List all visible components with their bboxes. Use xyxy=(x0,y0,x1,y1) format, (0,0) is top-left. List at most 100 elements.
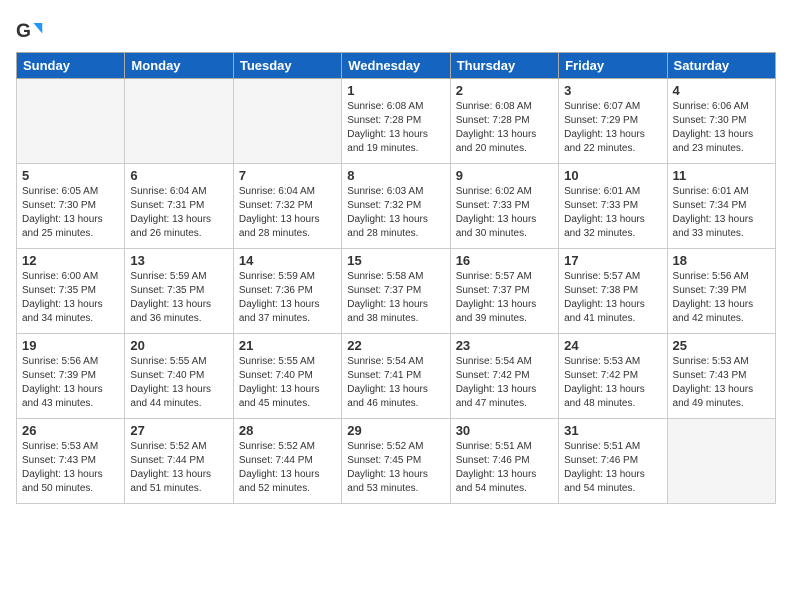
day-number: 18 xyxy=(673,253,770,268)
day-number: 30 xyxy=(456,423,553,438)
day-info: Sunrise: 6:02 AMSunset: 7:33 PMDaylight:… xyxy=(456,185,553,241)
day-number: 21 xyxy=(239,338,336,353)
day-number: 23 xyxy=(456,338,553,353)
weekday-sunday: Sunday xyxy=(17,53,125,79)
calendar-cell: 3Sunrise: 6:07 AMSunset: 7:29 PMDaylight… xyxy=(559,79,667,164)
day-info: Sunrise: 6:01 AMSunset: 7:34 PMDaylight:… xyxy=(673,185,770,241)
calendar-cell xyxy=(125,79,233,164)
calendar-cell: 23Sunrise: 5:54 AMSunset: 7:42 PMDayligh… xyxy=(450,334,558,419)
calendar-cell: 12 Sunrise: 6:00 AMSunset: 7:35 PMDayligh… xyxy=(17,249,125,334)
day-number: 6 xyxy=(130,168,227,183)
day-number: 29 xyxy=(347,423,444,438)
day-info: Sunrise: 5:52 AMSunset: 7:44 PMDaylight:… xyxy=(130,440,227,496)
day-info: Sunrise: 5:51 AMSunset: 7:46 PMDaylight:… xyxy=(456,440,553,496)
day-number: 19 xyxy=(22,338,119,353)
day-number: 3 xyxy=(564,83,661,98)
calendar-cell: 16 Sunrise: 5:57 AMSunset: 7:37 PMDayligh… xyxy=(450,249,558,334)
day-info: Sunrise: 5:51 AMSunset: 7:46 PMDaylight:… xyxy=(564,440,661,496)
calendar-cell: 19 Sunrise: 5:56 AMSunset: 7:39 PMDayligh… xyxy=(17,334,125,419)
day-info: Sunrise: 6:05 AMSunset: 7:30 PMDaylight:… xyxy=(22,185,119,241)
calendar-cell: 5 Sunrise: 6:05 AMSunset: 7:30 PMDaylight… xyxy=(17,164,125,249)
calendar-cell: 1Sunrise: 6:08 AMSunset: 7:28 PMDaylight… xyxy=(342,79,450,164)
calendar-cell: 31 Sunrise: 5:51 AMSunset: 7:46 PMDayligh… xyxy=(559,419,667,504)
day-info: Sunrise: 5:52 AMSunset: 7:45 PMDaylight:… xyxy=(347,440,444,496)
day-number: 9 xyxy=(456,168,553,183)
day-number: 16 xyxy=(456,253,553,268)
day-number: 4 xyxy=(673,83,770,98)
day-info: Sunrise: 5:59 AMSunset: 7:36 PMDaylight:… xyxy=(239,270,336,326)
day-info: Sunrise: 6:06 AMSunset: 7:30 PMDaylight:… xyxy=(673,100,770,156)
day-number: 28 xyxy=(239,423,336,438)
day-number: 11 xyxy=(673,168,770,183)
weekday-wednesday: Wednesday xyxy=(342,53,450,79)
day-info: Sunrise: 6:04 AMSunset: 7:31 PMDaylight:… xyxy=(130,185,227,241)
week-row-2: 5 Sunrise: 6:05 AMSunset: 7:30 PMDaylight… xyxy=(17,164,776,249)
day-info: Sunrise: 5:56 AMSunset: 7:39 PMDaylight:… xyxy=(673,270,770,326)
calendar-cell: 24Sunrise: 5:53 AMSunset: 7:42 PMDayligh… xyxy=(559,334,667,419)
weekday-monday: Monday xyxy=(125,53,233,79)
day-info: Sunrise: 5:52 AMSunset: 7:44 PMDaylight:… xyxy=(239,440,336,496)
weekday-friday: Friday xyxy=(559,53,667,79)
day-info: Sunrise: 5:53 AMSunset: 7:43 PMDaylight:… xyxy=(22,440,119,496)
day-info: Sunrise: 6:00 AMSunset: 7:35 PMDaylight:… xyxy=(22,270,119,326)
weekday-header-row: SundayMondayTuesdayWednesdayThursdayFrid… xyxy=(17,53,776,79)
day-info: Sunrise: 5:59 AMSunset: 7:35 PMDaylight:… xyxy=(130,270,227,326)
day-number: 5 xyxy=(22,168,119,183)
day-info: Sunrise: 6:08 AMSunset: 7:28 PMDaylight:… xyxy=(347,100,444,156)
calendar-cell: 18 Sunrise: 5:56 AMSunset: 7:39 PMDayligh… xyxy=(667,249,775,334)
day-number: 10 xyxy=(564,168,661,183)
day-number: 13 xyxy=(130,253,227,268)
calendar-cell: 9 Sunrise: 6:02 AMSunset: 7:33 PMDaylight… xyxy=(450,164,558,249)
day-info: Sunrise: 5:57 AMSunset: 7:38 PMDaylight:… xyxy=(564,270,661,326)
day-info: Sunrise: 5:56 AMSunset: 7:39 PMDaylight:… xyxy=(22,355,119,411)
day-number: 7 xyxy=(239,168,336,183)
day-info: Sunrise: 5:58 AMSunset: 7:37 PMDaylight:… xyxy=(347,270,444,326)
calendar-cell: 2 Sunrise: 6:08 AMSunset: 7:28 PMDaylight… xyxy=(450,79,558,164)
calendar-cell: 13 Sunrise: 5:59 AMSunset: 7:35 PMDayligh… xyxy=(125,249,233,334)
weekday-tuesday: Tuesday xyxy=(233,53,341,79)
day-number: 14 xyxy=(239,253,336,268)
day-number: 2 xyxy=(456,83,553,98)
calendar-cell: 26 Sunrise: 5:53 AMSunset: 7:43 PMDayligh… xyxy=(17,419,125,504)
day-number: 12 xyxy=(22,253,119,268)
calendar-cell: 7 Sunrise: 6:04 AMSunset: 7:32 PMDaylight… xyxy=(233,164,341,249)
day-info: Sunrise: 6:04 AMSunset: 7:32 PMDaylight:… xyxy=(239,185,336,241)
page-header: G xyxy=(16,16,776,44)
week-row-5: 26 Sunrise: 5:53 AMSunset: 7:43 PMDayligh… xyxy=(17,419,776,504)
calendar-cell: 8 Sunrise: 6:03 AMSunset: 7:32 PMDaylight… xyxy=(342,164,450,249)
calendar-cell xyxy=(667,419,775,504)
calendar-cell: 10Sunrise: 6:01 AMSunset: 7:33 PMDayligh… xyxy=(559,164,667,249)
calendar-cell: 11 Sunrise: 6:01 AMSunset: 7:34 PMDayligh… xyxy=(667,164,775,249)
day-number: 24 xyxy=(564,338,661,353)
day-info: Sunrise: 5:55 AMSunset: 7:40 PMDaylight:… xyxy=(130,355,227,411)
day-number: 8 xyxy=(347,168,444,183)
calendar-cell: 25 Sunrise: 5:53 AMSunset: 7:43 PMDayligh… xyxy=(667,334,775,419)
calendar-table: SundayMondayTuesdayWednesdayThursdayFrid… xyxy=(16,52,776,504)
day-number: 17 xyxy=(564,253,661,268)
calendar-cell: 22Sunrise: 5:54 AMSunset: 7:41 PMDayligh… xyxy=(342,334,450,419)
calendar-cell: 20 Sunrise: 5:55 AMSunset: 7:40 PMDayligh… xyxy=(125,334,233,419)
day-number: 20 xyxy=(130,338,227,353)
week-row-1: 1Sunrise: 6:08 AMSunset: 7:28 PMDaylight… xyxy=(17,79,776,164)
calendar-cell: 4 Sunrise: 6:06 AMSunset: 7:30 PMDaylight… xyxy=(667,79,775,164)
calendar-cell: 27 Sunrise: 5:52 AMSunset: 7:44 PMDayligh… xyxy=(125,419,233,504)
day-info: Sunrise: 5:53 AMSunset: 7:43 PMDaylight:… xyxy=(673,355,770,411)
calendar-cell xyxy=(233,79,341,164)
day-info: Sunrise: 5:57 AMSunset: 7:37 PMDaylight:… xyxy=(456,270,553,326)
day-info: Sunrise: 6:03 AMSunset: 7:32 PMDaylight:… xyxy=(347,185,444,241)
svg-text:G: G xyxy=(16,21,31,42)
calendar-cell: 30 Sunrise: 5:51 AMSunset: 7:46 PMDayligh… xyxy=(450,419,558,504)
calendar-cell: 17 Sunrise: 5:57 AMSunset: 7:38 PMDayligh… xyxy=(559,249,667,334)
day-number: 27 xyxy=(130,423,227,438)
day-number: 26 xyxy=(22,423,119,438)
logo-icon: G xyxy=(16,16,44,44)
day-info: Sunrise: 6:08 AMSunset: 7:28 PMDaylight:… xyxy=(456,100,553,156)
day-number: 25 xyxy=(673,338,770,353)
weekday-saturday: Saturday xyxy=(667,53,775,79)
calendar-cell: 15Sunrise: 5:58 AMSunset: 7:37 PMDayligh… xyxy=(342,249,450,334)
day-number: 22 xyxy=(347,338,444,353)
weekday-thursday: Thursday xyxy=(450,53,558,79)
day-number: 31 xyxy=(564,423,661,438)
calendar-cell: 28 Sunrise: 5:52 AMSunset: 7:44 PMDayligh… xyxy=(233,419,341,504)
calendar-cell: 21Sunrise: 5:55 AMSunset: 7:40 PMDayligh… xyxy=(233,334,341,419)
